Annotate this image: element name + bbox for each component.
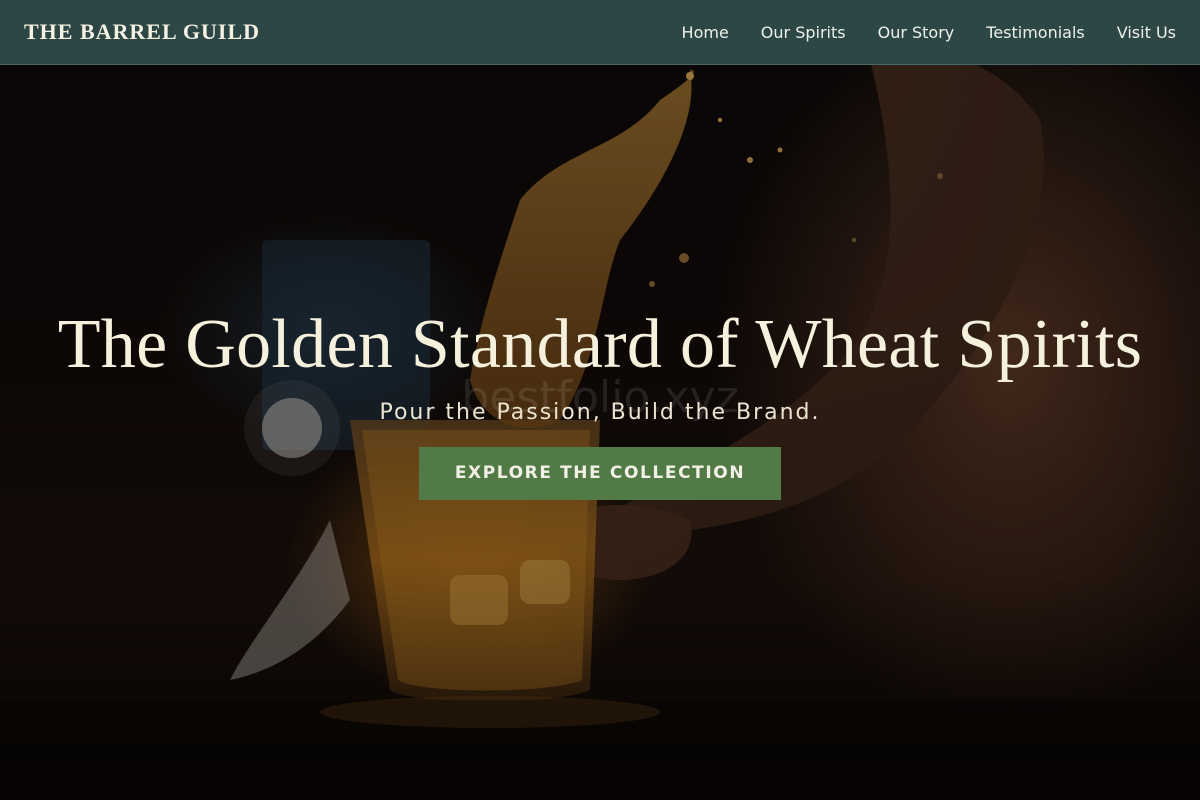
nav-link-testimonials[interactable]: Testimonials — [986, 23, 1085, 42]
nav-link-our-story[interactable]: Our Story — [878, 23, 955, 42]
nav-link-home[interactable]: Home — [682, 23, 729, 42]
main-navigation: Home Our Spirits Our Story Testimonials … — [682, 23, 1176, 42]
nav-link-visit-us[interactable]: Visit Us — [1117, 23, 1176, 42]
hero-title: The Golden Standard of Wheat Spirits — [57, 306, 1143, 383]
hero-subtitle: Pour the Passion, Build the Brand. — [379, 400, 821, 425]
hero-section: The Golden Standard of Wheat Spirits Pou… — [0, 300, 1200, 500]
site-logo[interactable]: THE BARREL GUILD — [24, 19, 260, 45]
nav-link-our-spirits[interactable]: Our Spirits — [761, 23, 846, 42]
page: THE BARREL GUILD Home Our Spirits Our St… — [0, 0, 1200, 800]
explore-collection-button[interactable]: EXPLORE THE COLLECTION — [419, 447, 781, 500]
site-header: THE BARREL GUILD Home Our Spirits Our St… — [0, 0, 1200, 65]
